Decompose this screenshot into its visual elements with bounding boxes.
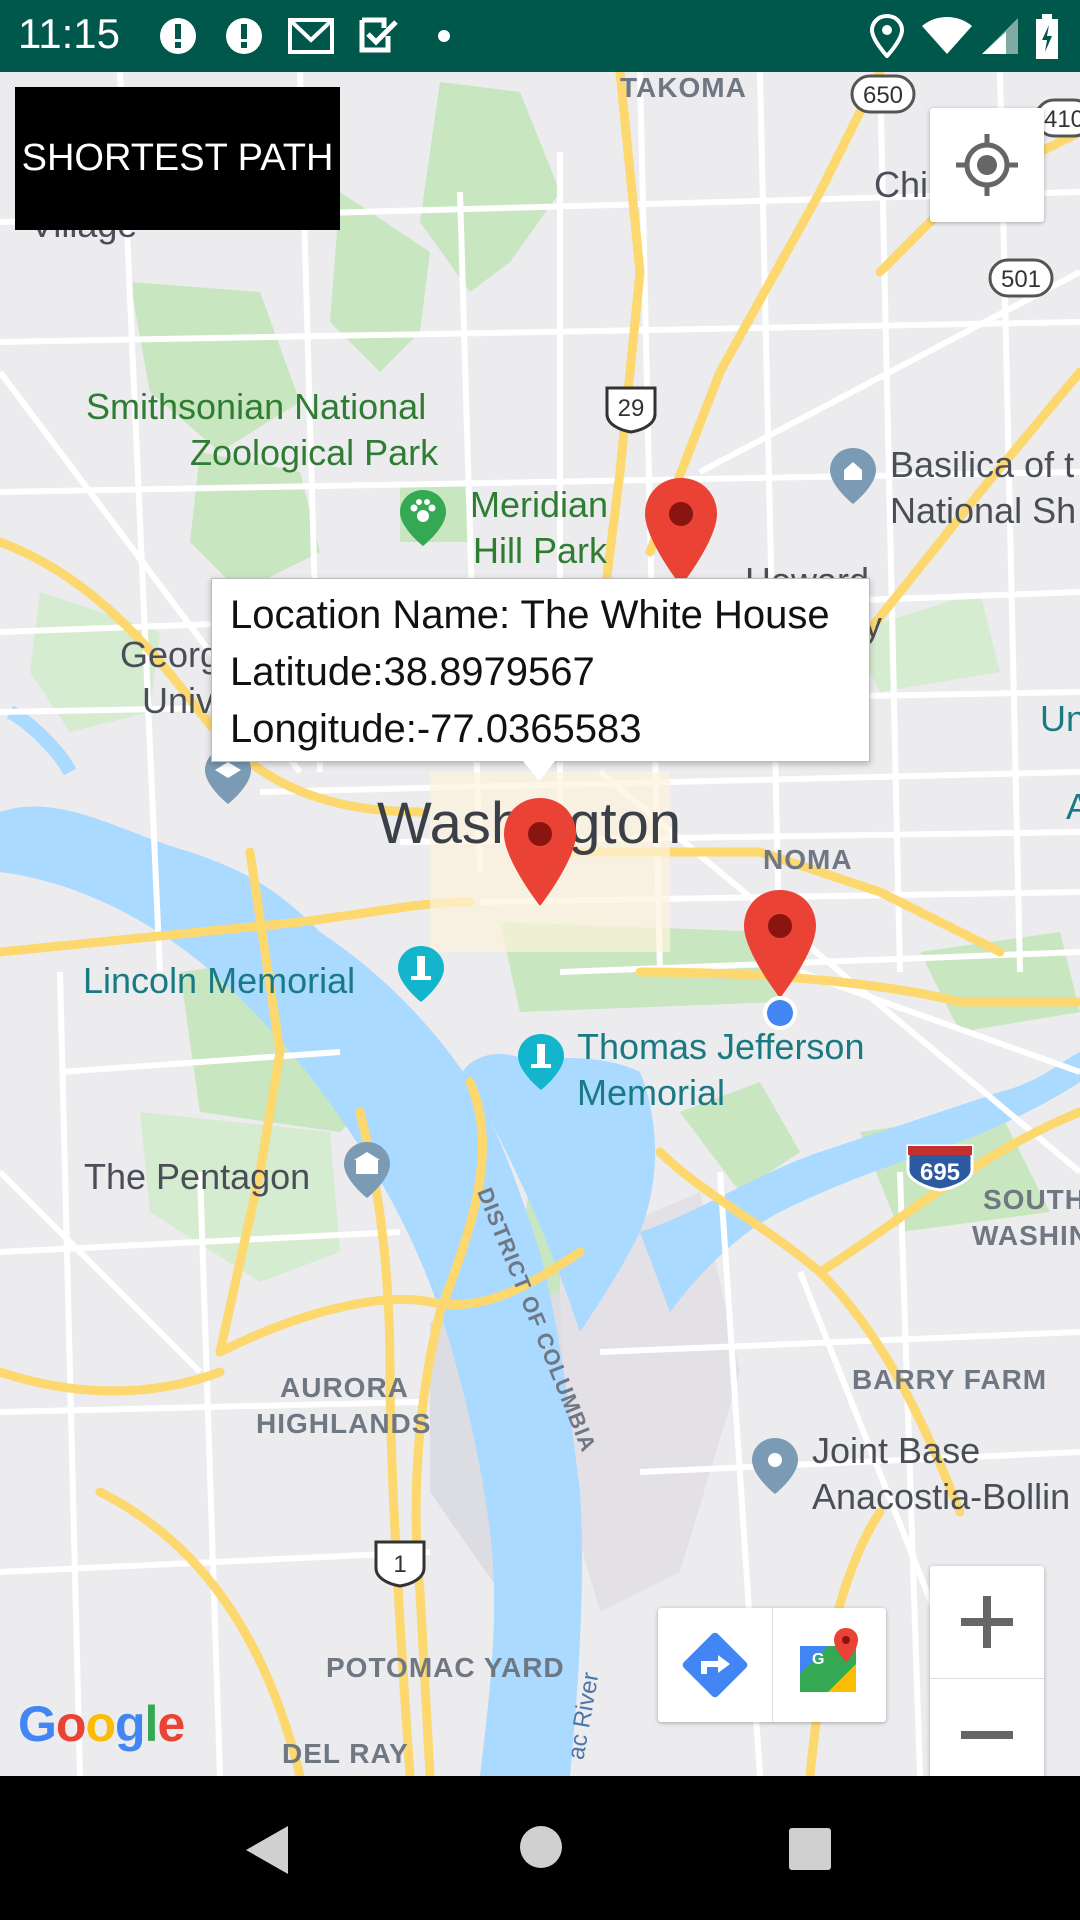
label-meridian-1: Meridian xyxy=(470,484,609,525)
back-icon[interactable] xyxy=(240,1822,296,1878)
google-logo: Google xyxy=(18,1696,185,1752)
crosshair-icon xyxy=(956,134,1018,196)
recents-icon[interactable] xyxy=(787,1826,833,1872)
status-time: 11:15 xyxy=(18,10,120,57)
alert-icon xyxy=(226,18,262,54)
marker-north[interactable] xyxy=(643,478,719,588)
label-lincoln: Lincoln Memorial xyxy=(83,960,356,1001)
pin-icon xyxy=(752,1438,798,1494)
label-basilica-1: Basilica of t xyxy=(890,444,1075,485)
info-location-name: Location Name: The White House xyxy=(230,593,830,637)
svg-text:410: 410 xyxy=(1044,106,1080,133)
label-noma: NOMA xyxy=(763,844,853,875)
directions-icon xyxy=(682,1632,748,1698)
svg-text:G: G xyxy=(812,1651,824,1668)
svg-text:1: 1 xyxy=(393,1551,406,1578)
minus-icon xyxy=(961,1731,1013,1739)
label-a: A xyxy=(1066,786,1080,827)
plus-icon xyxy=(961,1596,1013,1648)
marker-info-window[interactable]: Location Name: The White House Latitude:… xyxy=(211,578,870,762)
label-joint-1: Joint Base xyxy=(812,1430,981,1471)
label-del-ray: DEL RAY xyxy=(282,1738,409,1769)
route-shield-501: 501 xyxy=(988,258,1054,298)
gmail-icon xyxy=(288,18,334,54)
google-maps-icon: G xyxy=(800,1628,858,1692)
zoom-out-button[interactable] xyxy=(930,1679,1044,1776)
label-zoo-2: Zoological Park xyxy=(190,432,439,473)
info-window-tail xyxy=(523,761,555,781)
directions-button[interactable] xyxy=(658,1608,773,1722)
map-base xyxy=(0,72,1080,1776)
label-un: Un xyxy=(1040,698,1080,739)
open-in-maps-button[interactable]: G xyxy=(772,1608,886,1722)
label-zoo-1: Smithsonian National xyxy=(86,386,427,427)
home-icon[interactable] xyxy=(518,1824,564,1870)
label-pentagon: The Pentagon xyxy=(84,1156,311,1197)
label-meridian-2: Hill Park xyxy=(473,530,608,571)
alert-icon xyxy=(160,18,196,54)
church-icon xyxy=(830,448,876,504)
wifi-icon xyxy=(922,17,972,54)
zoom-controls xyxy=(930,1566,1044,1776)
my-location-button[interactable] xyxy=(930,108,1044,222)
svg-text:29: 29 xyxy=(618,395,645,422)
label-south-2: WASHIN xyxy=(972,1220,1080,1251)
zoo-paw-icon xyxy=(400,490,446,546)
label-basilica-2: National Sh xyxy=(890,490,1077,531)
label-south-1: SOUTH xyxy=(983,1184,1080,1215)
status-bar: 11:15 xyxy=(0,0,1080,72)
monument-icon xyxy=(398,946,444,1002)
route-shield-1: 1 xyxy=(374,1540,426,1588)
label-jefferson-2: Memorial xyxy=(577,1072,726,1113)
marker-noma[interactable] xyxy=(742,890,818,1000)
dot-icon xyxy=(438,30,450,42)
checkbox-icon xyxy=(359,17,398,53)
shortest-path-button[interactable]: SHORTEST PATH xyxy=(15,87,340,230)
label-aurora-2: HIGHLANDS xyxy=(256,1408,432,1439)
route-shield-29: 29 xyxy=(605,386,657,434)
zoom-in-button[interactable] xyxy=(930,1566,1044,1679)
label-georgetown-1: Georg xyxy=(120,634,221,675)
route-650-text: 650 xyxy=(863,82,903,109)
navigation-bar xyxy=(0,1776,1080,1920)
monument-icon xyxy=(518,1034,564,1090)
label-jefferson-1: Thomas Jefferson xyxy=(577,1026,865,1067)
label-barry-farm: BARRY FARM xyxy=(852,1364,1048,1395)
label-takoma: TAKOMA xyxy=(620,72,747,103)
label-potomac-yard: POTOMAC YARD xyxy=(326,1652,565,1683)
label-joint-2: Anacostia-Bollin xyxy=(812,1476,1071,1517)
label-georgetown-2: Univ xyxy=(142,680,215,721)
location-icon xyxy=(870,14,904,58)
my-location-dot xyxy=(763,996,797,1030)
info-longitude: Longitude:-77.0365583 xyxy=(230,707,642,751)
svg-text:501: 501 xyxy=(1001,266,1041,293)
battery-icon xyxy=(1036,14,1058,59)
label-aurora-1: AURORA xyxy=(280,1372,409,1403)
map-toolbar: G xyxy=(658,1608,886,1722)
route-shield-695: 695 xyxy=(906,1144,974,1192)
route-shield-650: 650 xyxy=(850,74,916,114)
signal-icon xyxy=(982,18,1018,54)
marker-white-house[interactable] xyxy=(502,798,578,908)
info-latitude: Latitude:38.8979567 xyxy=(230,650,595,694)
map-view[interactable]: TAKOMA Chillum Village Smithsonian Natio… xyxy=(0,72,1080,1776)
svg-text:695: 695 xyxy=(920,1159,960,1186)
museum-icon xyxy=(344,1142,390,1198)
